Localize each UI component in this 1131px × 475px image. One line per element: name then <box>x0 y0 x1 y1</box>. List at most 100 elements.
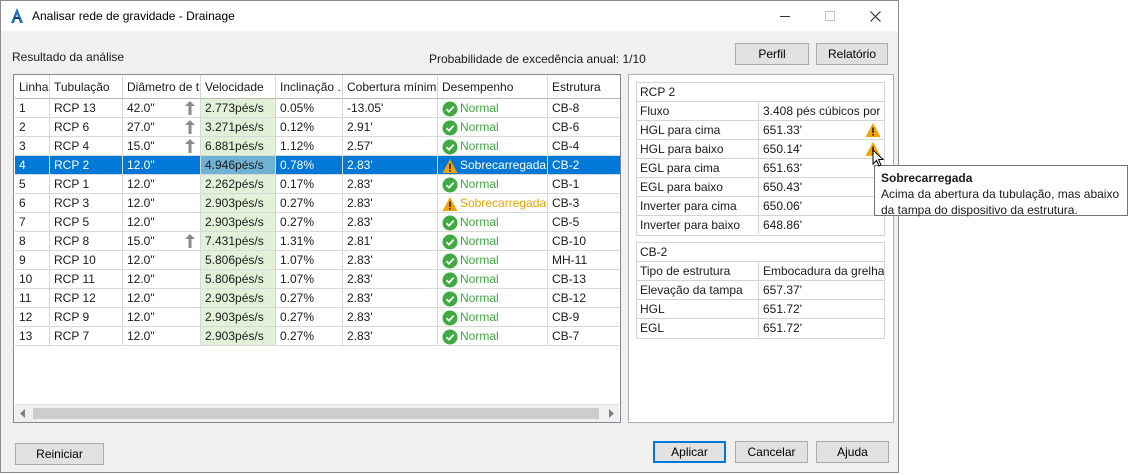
check-circle-icon <box>442 272 458 288</box>
column-header-line[interactable]: Linha <box>15 75 50 99</box>
scroll-left-icon[interactable] <box>19 409 27 418</box>
property-row: Inverter para cima 650.06' <box>637 197 884 216</box>
cell-status: Normal <box>438 251 548 270</box>
structure-value: CB-13 <box>552 272 587 286</box>
column-header-pipe[interactable]: Tubulação <box>50 75 123 99</box>
property-value: Embocadura da grelha <box>763 264 884 278</box>
cell-slope: 0.27% <box>276 308 343 327</box>
diameter-value: 12.0" <box>127 291 155 305</box>
column-header-cover[interactable]: Cobertura mínima <box>343 75 438 99</box>
property-value: 650.06' <box>763 199 802 213</box>
structure-value: CB-4 <box>552 139 580 153</box>
profile-button[interactable]: Perfil <box>735 43 809 65</box>
property-row: Fluxo 3.408 pés cúbicos por ... <box>637 102 884 121</box>
maximize-button[interactable] <box>807 1 852 31</box>
structure-properties-group: CB-2 Tipo de estrutura Embocadura da grel… <box>636 242 885 339</box>
table-row[interactable]: 7 RCP 5 12.0" 2.903pés/s 0.27% 2.83' Normal CB-… <box>15 213 620 232</box>
properties-panel: RCP 2 Fluxo 3.408 pés cúbicos por ... HGL … <box>628 74 894 423</box>
results-label: Resultado da análise <box>12 50 125 64</box>
property-value: 651.72' <box>763 302 802 316</box>
horizontal-scrollbar[interactable] <box>15 404 619 422</box>
table-row[interactable]: 11 RCP 12 12.0" 2.903pés/s 0.27% 2.83' Normal C… <box>15 289 620 308</box>
table-row[interactable]: 10 RCP 11 12.0" 5.806pés/s 1.07% 2.83' Normal C… <box>15 270 620 289</box>
check-circle-icon <box>442 234 458 250</box>
column-header-velocity[interactable]: Velocidade <box>201 75 276 99</box>
cell-pipe: RCP 8 <box>50 232 123 251</box>
table-row[interactable]: 13 RCP 7 12.0" 2.903pés/s 0.27% 2.83' Normal CB… <box>15 327 620 346</box>
cell-cover: 2.81' <box>343 232 438 251</box>
line-value: 10 <box>19 272 33 286</box>
status-label: Normal <box>460 234 499 248</box>
slope-value: 0.27% <box>280 215 315 229</box>
table-row[interactable]: 6 RCP 3 12.0" 2.903pés/s 0.27% 2.83' Sobrecarr… <box>15 194 620 213</box>
cover-value: 2.83' <box>347 329 373 343</box>
property-key: EGL para cima <box>637 159 759 177</box>
slope-value: 1.07% <box>280 272 315 286</box>
check-circle-icon <box>442 310 458 326</box>
cell-structure: CB-2 <box>548 156 620 175</box>
cell-structure: CB-4 <box>548 137 620 156</box>
property-key: EGL <box>637 319 759 337</box>
report-button[interactable]: Relatório <box>816 43 888 65</box>
cell-velocity: 5.806pés/s <box>201 251 276 270</box>
reset-button[interactable]: Reiniciar <box>15 443 104 465</box>
minimize-button[interactable] <box>762 1 807 31</box>
table-row[interactable]: 9 RCP 10 12.0" 5.806pés/s 1.07% 2.83' Normal MH… <box>15 251 620 270</box>
property-value: 651.72' <box>763 321 802 335</box>
velocity-value: 2.903pés/s <box>205 196 264 210</box>
structure-group-title: CB-2 <box>637 243 884 262</box>
maximize-icon <box>824 11 835 21</box>
close-button[interactable] <box>853 1 898 31</box>
diameter-value: 12.0" <box>127 196 155 210</box>
table-row[interactable]: 1 RCP 13 42.0" 2.773pés/s 0.05% -13.05' Normal… <box>15 99 620 118</box>
scrollbar-thumb[interactable] <box>33 408 599 419</box>
status-label: Sobrecarregada <box>460 158 547 172</box>
status-label: Normal <box>460 120 499 134</box>
check-circle-icon <box>442 329 458 345</box>
table-row[interactable]: 12 RCP 9 12.0" 2.903pés/s 0.27% 2.83' Normal CB… <box>15 308 620 327</box>
results-table: Linha Tubulação Diâmetro de t... Velocidade… <box>13 74 621 423</box>
slope-value: 0.27% <box>280 196 315 210</box>
status-label: Normal <box>460 310 499 324</box>
pipe-group-title: RCP 2 <box>637 83 884 102</box>
column-header-status[interactable]: Desempenho <box>438 75 548 99</box>
pipe-value: RCP 6 <box>54 120 90 134</box>
cancel-button[interactable]: Cancelar <box>735 441 808 463</box>
cell-cover: 2.83' <box>343 289 438 308</box>
cell-diameter: 12.0" <box>123 213 201 232</box>
cell-line: 9 <box>15 251 50 270</box>
cell-slope: 0.17% <box>276 175 343 194</box>
status-label: Normal <box>460 177 499 191</box>
cell-pipe: RCP 1 <box>50 175 123 194</box>
property-row: HGL para cima 651.33' <box>637 121 884 140</box>
table-row[interactable]: 8 RCP 8 15.0" 7.431pés/s 1.31% 2.81' Normal CB-… <box>15 232 620 251</box>
cover-value: 2.83' <box>347 196 373 210</box>
apply-button[interactable]: Aplicar <box>653 441 726 463</box>
cell-diameter: 12.0" <box>123 251 201 270</box>
slope-value: 0.27% <box>280 329 315 343</box>
cell-velocity: 7.431pés/s <box>201 232 276 251</box>
property-value: 651.63' <box>763 161 802 175</box>
property-key: Elevação da tampa <box>637 281 759 299</box>
table-row[interactable]: 3 RCP 4 15.0" 6.881pés/s 1.12% 2.57' Normal CB-… <box>15 137 620 156</box>
cover-value: 2.91' <box>347 120 373 134</box>
column-header-slope[interactable]: Inclinação ... <box>276 75 343 99</box>
cell-status: Normal <box>438 232 548 251</box>
cell-line: 3 <box>15 137 50 156</box>
cover-value: 2.83' <box>347 158 373 172</box>
column-header-structure[interactable]: Estrutura <box>548 75 620 99</box>
cell-diameter: 12.0" <box>123 175 201 194</box>
cover-value: 2.83' <box>347 177 373 191</box>
help-button[interactable]: Ajuda <box>816 441 889 463</box>
table-row[interactable]: 4 RCP 2 12.0" 4.946pés/s 0.78% 2.83' Sobrecarr… <box>15 156 620 175</box>
cell-diameter: 42.0" <box>123 99 201 118</box>
cell-diameter: 12.0" <box>123 270 201 289</box>
table-row[interactable]: 2 RCP 6 27.0" 3.271pés/s 0.12% 2.91' Normal CB-… <box>15 118 620 137</box>
pipe-value: RCP 8 <box>54 234 90 248</box>
cell-slope: 0.12% <box>276 118 343 137</box>
scroll-right-icon[interactable] <box>607 409 615 418</box>
warning-triangle-icon[interactable] <box>865 122 881 138</box>
table-row[interactable]: 5 RCP 1 12.0" 2.262pés/s 0.17% 2.83' Normal CB-… <box>15 175 620 194</box>
column-header-diameter[interactable]: Diâmetro de t... <box>123 75 201 99</box>
close-icon <box>870 10 881 22</box>
